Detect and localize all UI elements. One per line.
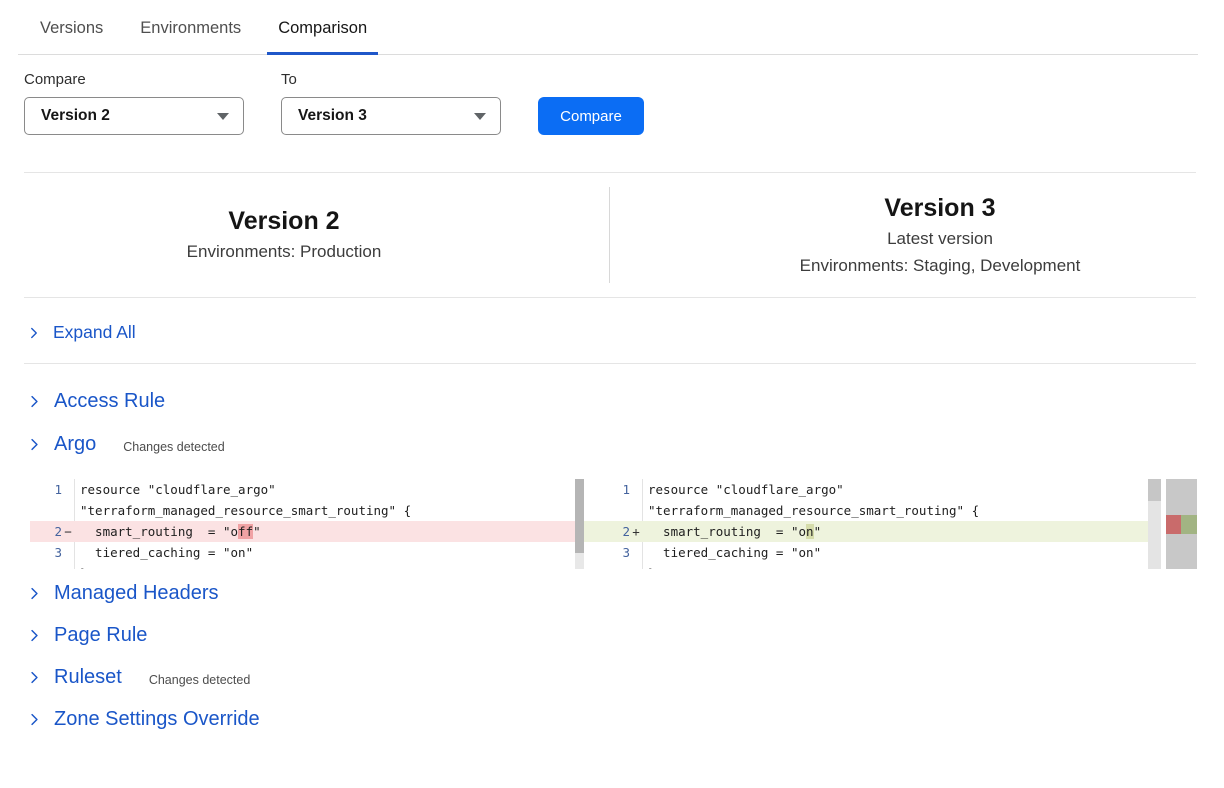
version-header-right: Version 3 Latest version Environments: S… (660, 187, 1220, 283)
changes-detected-badge: Changes detected (149, 673, 250, 687)
diff-sign (630, 500, 642, 521)
code-text: } (74, 563, 586, 569)
tab-bar: Versions Environments Comparison (18, 0, 1198, 55)
code-line: 4} (30, 563, 586, 569)
ruler-deletion-mark (1166, 515, 1181, 534)
divider (24, 297, 1196, 298)
diff-sign (630, 563, 642, 569)
code-line: 3 tiered_caching = "on" (30, 542, 586, 563)
left-version-environments: Environments: Production (187, 242, 382, 262)
to-version-select[interactable]: Version 3 (281, 97, 501, 135)
line-number: 3 (584, 542, 630, 563)
section-page-rule[interactable]: Page Rule (28, 624, 147, 647)
chevron-right-icon (28, 629, 41, 642)
section-label: Zone Settings Override (54, 708, 260, 731)
tab-environments[interactable]: Environments (129, 19, 252, 54)
line-number: 2 (584, 521, 630, 542)
diff-sign: + (630, 521, 642, 542)
line-number: 2 (30, 521, 62, 542)
diff-sign (62, 563, 74, 569)
line-number: 1 (30, 479, 62, 500)
code-text: tiered_caching = "on" (642, 542, 1161, 563)
compare-version-select[interactable]: Version 2 (24, 97, 244, 135)
code-line: 1 resource "cloudflare_argo" (30, 479, 586, 500)
section-zone-settings-override[interactable]: Zone Settings Override (28, 708, 260, 731)
section-label: Page Rule (54, 624, 147, 647)
version-header-left: Version 2 Environments: Production (24, 187, 544, 283)
right-version-title: Version 3 (884, 195, 995, 223)
line-number: 3 (30, 542, 62, 563)
line-number: 4 (30, 563, 62, 569)
header-vertical-divider (609, 187, 610, 283)
diff-panel-left[interactable]: 1 resource "cloudflare_argo" "terraform_m… (30, 479, 586, 569)
compare-label: Compare (24, 71, 86, 88)
diff-sign (630, 542, 642, 563)
code-line: 1 resource "cloudflare_argo" (584, 479, 1161, 500)
divider (24, 363, 1196, 364)
chevron-right-icon (28, 671, 41, 684)
line-number: 4 (584, 563, 630, 569)
code-line-deleted: 2− smart_routing = "off" (30, 521, 586, 542)
code-line: 4} (584, 563, 1161, 569)
section-ruleset[interactable]: Ruleset Changes detected (28, 666, 250, 689)
diff-sign (62, 500, 74, 521)
diff-panel-right[interactable]: 1 resource "cloudflare_argo" "terraform_m… (584, 479, 1161, 569)
code-text: smart_routing = "on" (642, 521, 1161, 542)
chevron-down-icon (474, 113, 486, 120)
right-version-environments: Environments: Staging, Development (800, 256, 1081, 276)
line-number (30, 500, 62, 521)
section-label: Access Rule (54, 390, 165, 413)
chevron-right-icon (28, 587, 41, 600)
chevron-right-icon (28, 438, 41, 451)
scrollbar[interactable] (1148, 479, 1161, 569)
code-text: } (642, 563, 1161, 569)
diff-sign (630, 479, 642, 500)
section-label: Argo (54, 433, 96, 456)
line-number (584, 500, 630, 521)
code-text: tiered_caching = "on" (74, 542, 586, 563)
divider (24, 172, 1196, 173)
left-version-title: Version 2 (228, 208, 339, 236)
expand-all-label: Expand All (53, 322, 136, 343)
changes-detected-badge: Changes detected (123, 440, 224, 454)
section-access-rule[interactable]: Access Rule (28, 390, 165, 413)
section-label: Ruleset (54, 666, 122, 689)
code-text: "terraform_managed_resource_smart_routin… (74, 500, 586, 521)
code-line: 3 tiered_caching = "on" (584, 542, 1161, 563)
diff-overview-ruler[interactable] (1166, 479, 1197, 569)
code-text: resource "cloudflare_argo" (642, 479, 1161, 500)
code-line-added: 2+ smart_routing = "on" (584, 521, 1161, 542)
line-number: 1 (584, 479, 630, 500)
diff-sign (62, 542, 74, 563)
tab-comparison[interactable]: Comparison (267, 19, 378, 55)
scrollbar-thumb[interactable] (1148, 479, 1161, 501)
deleted-word-highlight: ff (238, 524, 253, 539)
diff-sign (62, 479, 74, 500)
to-label: To (281, 71, 297, 88)
comparison-page: Versions Environments Comparison Compare… (0, 0, 1224, 788)
section-argo[interactable]: Argo Changes detected (28, 433, 225, 456)
chevron-right-icon (28, 327, 40, 339)
section-managed-headers[interactable]: Managed Headers (28, 582, 219, 605)
tab-versions[interactable]: Versions (29, 19, 114, 54)
diff-sign: − (62, 521, 74, 542)
expand-all-button[interactable]: Expand All (28, 322, 136, 343)
chevron-right-icon (28, 395, 41, 408)
chevron-right-icon (28, 713, 41, 726)
compare-button[interactable]: Compare (538, 97, 644, 135)
section-label: Managed Headers (54, 582, 219, 605)
added-word-highlight: n (806, 524, 814, 539)
code-text: "terraform_managed_resource_smart_routin… (642, 500, 1161, 521)
code-line-wrap: "terraform_managed_resource_smart_routin… (30, 500, 586, 521)
code-text: smart_routing = "off" (74, 521, 586, 542)
right-version-subtitle: Latest version (887, 229, 993, 249)
code-line-wrap: "terraform_managed_resource_smart_routin… (584, 500, 1161, 521)
code-text: resource "cloudflare_argo" (74, 479, 586, 500)
compare-version-value: Version 2 (41, 107, 110, 125)
to-version-value: Version 3 (298, 107, 367, 125)
ruler-addition-mark (1181, 515, 1197, 534)
chevron-down-icon (217, 113, 229, 120)
